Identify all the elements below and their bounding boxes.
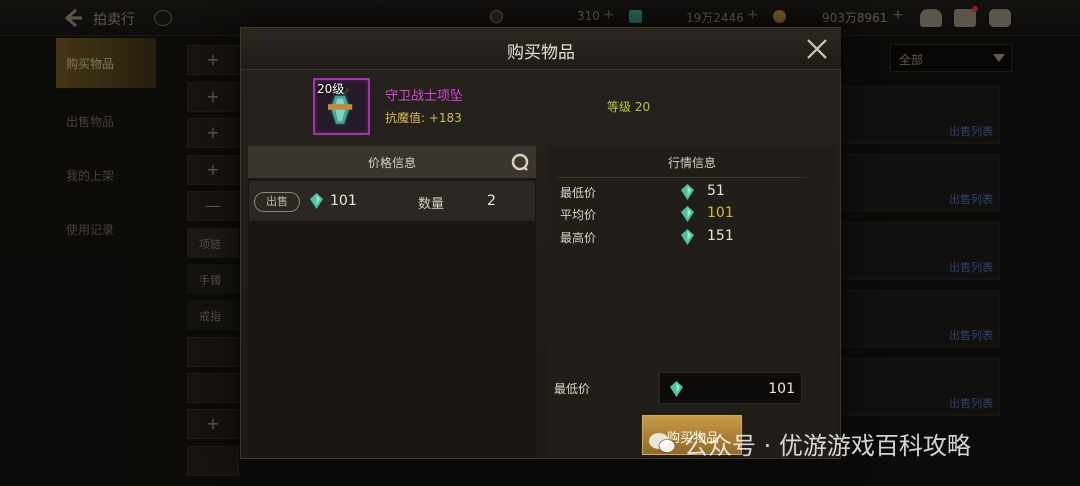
item-icon-frame[interactable]: 20级: [313, 78, 370, 135]
market-max-label: 最高价: [560, 231, 597, 245]
price-info-title: 价格信息: [367, 156, 416, 170]
min-price-input[interactable]: 101: [659, 372, 802, 404]
gem-icon: [681, 206, 694, 222]
buy-item-dialog: 购买物品 20级 守卫战士项坠 抗魔值: +183 等级 20 价格信息 出售 …: [240, 27, 841, 459]
market-info-header: 行情信息: [547, 146, 837, 178]
item-name: 守卫战士项坠: [385, 89, 464, 104]
item-info: 20级 守卫战士项坠 抗魔值: +183 等级 20: [241, 71, 841, 141]
dialog-header: 购买物品: [241, 28, 841, 70]
market-info-panel: 行情信息 最低价 51 平均价 101 最高价 151 最低价 101: [547, 146, 837, 458]
close-icon[interactable]: [804, 36, 830, 62]
gem-icon: [310, 193, 323, 209]
market-min-value: 51: [707, 183, 725, 199]
market-max-value: 151: [707, 228, 734, 244]
item-level-badge: 20级: [317, 82, 345, 96]
market-min-label: 最低价: [560, 186, 597, 200]
price-info-header: 价格信息: [248, 146, 536, 178]
listing-price: 101: [330, 193, 357, 209]
watermark: 公众号 · 优游游戏百科攻略: [684, 426, 971, 460]
price-info-panel: 价格信息 出售 101 数量 2: [248, 146, 536, 458]
market-info-title: 行情信息: [667, 156, 716, 170]
min-price-label: 最低价: [554, 382, 591, 396]
divider: [557, 177, 807, 178]
gem-icon: [681, 229, 694, 245]
refresh-icon[interactable]: [509, 151, 531, 173]
item-stat: 抗魔值: +183: [385, 111, 462, 125]
sell-tag: 出售: [254, 192, 300, 212]
quantity-label: 数量: [418, 197, 445, 212]
dialog-title: 购买物品: [507, 43, 575, 63]
min-price-value: 101: [768, 381, 795, 397]
gem-icon: [681, 184, 694, 200]
watermark-text: 公众号 · 优游游戏百科攻略: [684, 432, 971, 460]
item-grade: 等级 20: [607, 100, 651, 114]
quantity-value: 2: [487, 193, 496, 209]
market-avg-value: 101: [707, 205, 734, 221]
gem-icon: [670, 381, 683, 397]
price-listing-row[interactable]: 出售 101 数量 2: [249, 181, 535, 221]
wechat-icon: [649, 433, 676, 453]
market-avg-label: 平均价: [560, 208, 597, 222]
